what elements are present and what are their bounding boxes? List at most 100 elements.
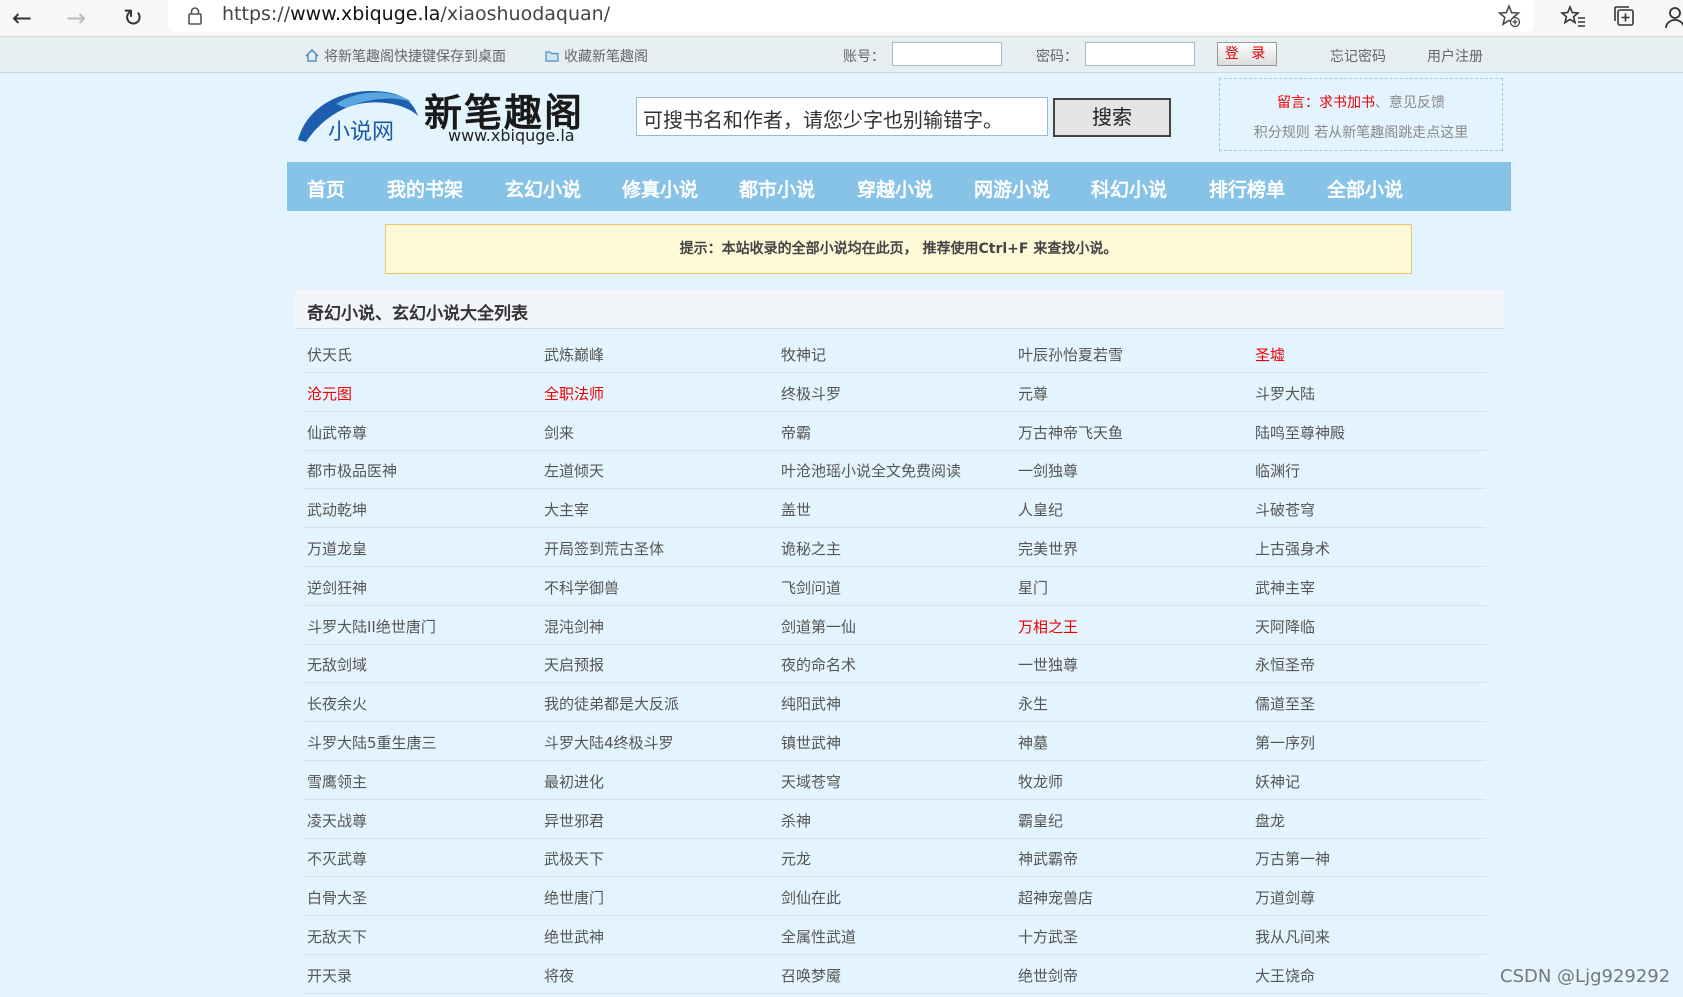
novel-link[interactable]: 我从凡间来 bbox=[1255, 926, 1330, 947]
novel-link[interactable]: 临渊行 bbox=[1255, 460, 1300, 481]
novel-link[interactable]: 星门 bbox=[1018, 577, 1048, 598]
nav-chuanyue[interactable]: 穿越小说 bbox=[857, 175, 933, 202]
account-input[interactable] bbox=[892, 42, 1002, 66]
novel-link[interactable]: 飞剑问道 bbox=[781, 577, 841, 598]
novel-link[interactable]: 最初进化 bbox=[544, 771, 604, 792]
nav-ranking[interactable]: 排行榜单 bbox=[1209, 175, 1285, 202]
favorite-add-icon[interactable] bbox=[1497, 4, 1521, 28]
novel-link[interactable]: 斗罗大陆II绝世唐门 bbox=[307, 616, 436, 637]
novel-link[interactable]: 夜的命名术 bbox=[781, 654, 856, 675]
bookmark-site-link[interactable]: 收藏新笔趣阁 bbox=[545, 46, 648, 66]
nav-home[interactable]: 首页 bbox=[307, 175, 345, 202]
novel-link[interactable]: 斗罗大陆4终极斗罗 bbox=[544, 732, 674, 753]
novel-link[interactable]: 无敌剑域 bbox=[307, 654, 367, 675]
novel-link[interactable]: 神墓 bbox=[1018, 732, 1048, 753]
novel-link[interactable]: 全属性武道 bbox=[781, 926, 856, 947]
save-shortcut-link[interactable]: 将新笔趣阁快捷键保存到桌面 bbox=[305, 46, 506, 66]
novel-link[interactable]: 异世邪君 bbox=[544, 810, 604, 831]
novel-link[interactable]: 一世独尊 bbox=[1018, 654, 1078, 675]
novel-link[interactable]: 天启预报 bbox=[544, 654, 604, 675]
novel-link[interactable]: 剑仙在此 bbox=[781, 887, 841, 908]
search-button[interactable]: 搜索 bbox=[1053, 98, 1171, 137]
novel-link[interactable]: 元尊 bbox=[1018, 383, 1048, 404]
nav-xiuzhen[interactable]: 修真小说 bbox=[622, 175, 698, 202]
novel-link[interactable]: 伏天氏 bbox=[307, 344, 352, 365]
novel-link[interactable]: 武极天下 bbox=[544, 848, 604, 869]
novel-link[interactable]: 雪鹰领主 bbox=[307, 771, 367, 792]
novel-link[interactable]: 上古强身术 bbox=[1255, 538, 1330, 559]
novel-link[interactable]: 终极斗罗 bbox=[781, 383, 841, 404]
novel-link[interactable]: 全职法师 bbox=[544, 383, 604, 404]
novel-link[interactable]: 剑来 bbox=[544, 422, 574, 443]
novel-link[interactable]: 完美世界 bbox=[1018, 538, 1078, 559]
reload-icon[interactable]: ↻ bbox=[115, 0, 151, 36]
novel-link[interactable]: 超神宠兽店 bbox=[1018, 887, 1093, 908]
novel-link[interactable]: 召唤梦魇 bbox=[781, 965, 841, 986]
novel-link[interactable]: 将夜 bbox=[544, 965, 574, 986]
novel-link[interactable]: 长夜余火 bbox=[307, 693, 367, 714]
novel-link[interactable]: 不科学御兽 bbox=[544, 577, 619, 598]
novel-link[interactable]: 绝世武神 bbox=[544, 926, 604, 947]
novel-link[interactable]: 大主宰 bbox=[544, 499, 589, 520]
novel-link[interactable]: 妖神记 bbox=[1255, 771, 1300, 792]
novel-link[interactable]: 武炼巅峰 bbox=[544, 344, 604, 365]
nav-wangyou[interactable]: 网游小说 bbox=[974, 175, 1050, 202]
novel-link[interactable]: 万古神帝飞天鱼 bbox=[1018, 422, 1123, 443]
nav-bookshelf[interactable]: 我的书架 bbox=[387, 175, 463, 202]
forgot-password-link[interactable]: 忘记密码 bbox=[1330, 46, 1386, 66]
novel-link[interactable]: 斗罗大陆 bbox=[1255, 383, 1315, 404]
feedback-link[interactable]: 意见反馈 bbox=[1389, 95, 1445, 111]
novel-link[interactable]: 天域苍穹 bbox=[781, 771, 841, 792]
novel-link[interactable]: 仙武帝尊 bbox=[307, 422, 367, 443]
request-book-link[interactable]: 求书加书 bbox=[1319, 95, 1375, 111]
novel-link[interactable]: 纯阳武神 bbox=[781, 693, 841, 714]
novel-link[interactable]: 大王饶命 bbox=[1255, 965, 1315, 986]
novel-link[interactable]: 混沌剑神 bbox=[544, 616, 604, 637]
register-link[interactable]: 用户注册 bbox=[1427, 46, 1483, 66]
nav-dushi[interactable]: 都市小说 bbox=[739, 175, 815, 202]
novel-link[interactable]: 武神主宰 bbox=[1255, 577, 1315, 598]
nav-kehuan[interactable]: 科幻小说 bbox=[1091, 175, 1167, 202]
password-input[interactable] bbox=[1085, 42, 1195, 66]
novel-link[interactable]: 天阿降临 bbox=[1255, 616, 1315, 637]
nav-xuanhuan[interactable]: 玄幻小说 bbox=[505, 175, 581, 202]
novel-link[interactable]: 盘龙 bbox=[1255, 810, 1285, 831]
novel-link[interactable]: 霸皇纪 bbox=[1018, 810, 1063, 831]
novel-link[interactable]: 叶辰孙怡夏若雪 bbox=[1018, 344, 1123, 365]
site-logo[interactable]: 小说网 新笔趣阁 www.xbiquge.la bbox=[296, 78, 586, 148]
novel-link[interactable]: 盖世 bbox=[781, 499, 811, 520]
novel-link[interactable]: 叶沧池瑶小说全文免费阅读 bbox=[781, 460, 961, 481]
novel-link[interactable]: 牧龙师 bbox=[1018, 771, 1063, 792]
novel-link[interactable]: 帝霸 bbox=[781, 422, 811, 443]
novel-link[interactable]: 万古第一神 bbox=[1255, 848, 1330, 869]
novel-link[interactable]: 牧神记 bbox=[781, 344, 826, 365]
novel-link[interactable]: 万道剑尊 bbox=[1255, 887, 1315, 908]
novel-link[interactable]: 绝世唐门 bbox=[544, 887, 604, 908]
novel-link[interactable]: 永恒圣帝 bbox=[1255, 654, 1315, 675]
novel-link[interactable]: 镇世武神 bbox=[781, 732, 841, 753]
favorites-icon[interactable] bbox=[1558, 2, 1588, 32]
novel-link[interactable]: 圣墟 bbox=[1255, 344, 1285, 365]
novel-link[interactable]: 开天录 bbox=[307, 965, 352, 986]
novel-link[interactable]: 元龙 bbox=[781, 848, 811, 869]
novel-link[interactable]: 斗破苍穹 bbox=[1255, 499, 1315, 520]
address-bar[interactable]: https://www.xbiquge.la/xiaoshuodaquan/ bbox=[168, 0, 1534, 32]
novel-link[interactable]: 万相之王 bbox=[1018, 616, 1078, 637]
novel-link[interactable]: 神武霸帝 bbox=[1018, 848, 1078, 869]
forward-arrow-icon[interactable]: → bbox=[58, 0, 94, 36]
novel-link[interactable]: 不灭武尊 bbox=[307, 848, 367, 869]
novel-link[interactable]: 逆剑狂神 bbox=[307, 577, 367, 598]
novel-link[interactable]: 斗罗大陆5重生唐三 bbox=[307, 732, 437, 753]
novel-link[interactable]: 左道倾天 bbox=[544, 460, 604, 481]
novel-link[interactable]: 无敌天下 bbox=[307, 926, 367, 947]
novel-link[interactable]: 武动乾坤 bbox=[307, 499, 367, 520]
novel-link[interactable]: 陆鸣至尊神殿 bbox=[1255, 422, 1345, 443]
novel-link[interactable]: 剑道第一仙 bbox=[781, 616, 856, 637]
novel-link[interactable]: 第一序列 bbox=[1255, 732, 1315, 753]
back-arrow-icon[interactable]: ← bbox=[4, 0, 40, 36]
novel-link[interactable]: 沧元图 bbox=[307, 383, 352, 404]
login-button[interactable]: 登 录 bbox=[1217, 42, 1277, 66]
novel-link[interactable]: 白骨大圣 bbox=[307, 887, 367, 908]
novel-link[interactable]: 诡秘之主 bbox=[781, 538, 841, 559]
novel-link[interactable]: 十方武圣 bbox=[1018, 926, 1078, 947]
